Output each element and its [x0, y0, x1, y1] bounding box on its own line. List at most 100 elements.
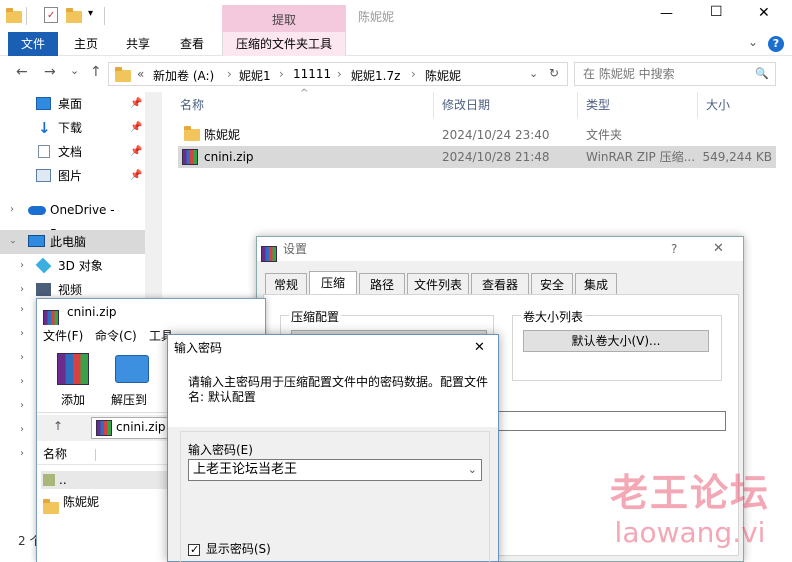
list-item[interactable]: ..: [41, 471, 169, 489]
show-password-label: 显示密码(S): [205, 542, 271, 556]
watermark-url: laowang.vi: [614, 516, 766, 549]
nav-item-pictures[interactable]: 图片 📌: [0, 164, 145, 188]
expand-chevron-icon[interactable]: ›: [20, 376, 24, 387]
tab-paths[interactable]: 路径: [359, 273, 405, 295]
password-history-dropdown-icon[interactable]: ⌄: [468, 460, 477, 480]
tab-viewer[interactable]: 查看器: [471, 273, 529, 295]
pin-icon[interactable]: 📌: [130, 164, 142, 188]
computer-icon: [28, 235, 45, 247]
refresh-icon[interactable]: ↻: [549, 66, 559, 80]
minimize-button[interactable]: —: [660, 6, 673, 21]
expand-chevron-icon[interactable]: ›: [20, 304, 24, 315]
settings-text-field[interactable]: [496, 411, 726, 431]
file-type: 文件夹: [586, 128, 623, 142]
tab-file-list[interactable]: 文件列表: [407, 273, 469, 295]
extract-to-button[interactable]: 解压到: [107, 351, 157, 411]
default-volume-size-button[interactable]: 默认卷大小(V)...: [523, 330, 709, 352]
file-date: 2024/10/28 21:48: [442, 150, 550, 164]
pin-icon[interactable]: 📌: [130, 116, 142, 140]
watermark-title: 老王论坛: [609, 471, 770, 515]
breadcrumb-current[interactable]: 陈妮妮: [425, 67, 461, 84]
tab-home[interactable]: 主页: [66, 32, 106, 56]
search-input[interactable]: 在 陈妮妮 中搜索 🔍: [574, 62, 776, 86]
expand-chevron-icon[interactable]: ›: [20, 400, 24, 411]
list-item-label: 陈妮妮: [63, 495, 100, 509]
expand-chevron-icon[interactable]: ›: [10, 198, 14, 222]
nav-item-label: 文档: [58, 145, 83, 159]
checkbox-icon[interactable]: ✓: [188, 543, 200, 556]
winrar-title-bar: cnini.zip: [37, 299, 265, 326]
address-box[interactable]: « 新加卷 (A:) › 妮妮1 › 11111 › 妮妮1.7z › 陈妮妮 …: [108, 62, 568, 86]
help-icon[interactable]: ?: [768, 36, 784, 52]
nav-item-documents[interactable]: 文档 📌: [0, 140, 145, 164]
nav-item-downloads[interactable]: ↓ 下载 📌: [0, 116, 145, 140]
expand-chevron-icon[interactable]: ›: [20, 254, 24, 278]
column-size[interactable]: 大小: [698, 92, 778, 118]
recent-locations-button[interactable]: ⌄: [70, 64, 79, 77]
collapse-ribbon-icon[interactable]: ⌄: [748, 35, 758, 49]
up-button[interactable]: ↑: [90, 64, 102, 80]
nav-item-desktop[interactable]: 桌面 📌: [0, 92, 145, 116]
close-button[interactable]: ✕: [713, 237, 724, 261]
maximize-button[interactable]: ☐: [710, 4, 723, 20]
new-folder-icon[interactable]: [66, 7, 82, 23]
breadcrumb-separator[interactable]: ›: [227, 67, 232, 81]
tab-file[interactable]: 文件: [8, 32, 58, 56]
address-dropdown-icon[interactable]: ⌄: [529, 67, 538, 80]
tab-share[interactable]: 共享: [118, 32, 158, 56]
nav-item-this-pc[interactable]: › 此电脑: [0, 230, 145, 254]
breadcrumb-11111[interactable]: 11111: [293, 67, 331, 81]
tab-integration[interactable]: 集成: [575, 273, 617, 295]
expand-chevron-icon[interactable]: ›: [0, 240, 24, 244]
tab-extract-context[interactable]: 提取: [222, 5, 346, 32]
properties-icon[interactable]: ✓: [44, 7, 58, 23]
title-bar: ✓ ▾ 提取 陈妮妮 — ☐ ✕: [0, 0, 792, 32]
breadcrumb-separator[interactable]: ›: [279, 67, 284, 81]
column-date[interactable]: 修改日期: [434, 92, 578, 118]
forward-button[interactable]: →: [44, 64, 56, 80]
menu-commands[interactable]: 命令(C): [95, 325, 137, 347]
add-button[interactable]: 添加: [53, 351, 93, 411]
tab-compressed-folder-tools[interactable]: 压缩的文件夹工具: [222, 32, 346, 56]
pin-icon[interactable]: 📌: [130, 92, 142, 116]
breadcrumb-separator[interactable]: ›: [411, 67, 416, 81]
search-icon[interactable]: 🔍: [755, 63, 769, 85]
file-size: 549,244 KB: [702, 150, 772, 164]
breadcrumb-nini1[interactable]: 妮妮1: [239, 67, 271, 84]
expand-chevron-icon[interactable]: ›: [20, 424, 24, 435]
expand-chevron-icon[interactable]: ›: [20, 328, 24, 339]
table-row[interactable]: cnini.zip 2024/10/28 21:48 WinRAR ZIP 压缩…: [178, 146, 776, 168]
folder-icon: [43, 498, 59, 516]
breadcrumb-drive[interactable]: 新加卷 (A:): [153, 67, 214, 84]
divider: [95, 449, 96, 461]
tab-general[interactable]: 常规: [265, 273, 307, 295]
column-type[interactable]: 类型: [578, 92, 698, 118]
expand-chevron-icon[interactable]: ›: [20, 278, 24, 302]
tab-view[interactable]: 查看: [172, 32, 212, 56]
help-button[interactable]: ?: [671, 237, 677, 261]
column-name[interactable]: 名称: [172, 92, 434, 118]
tab-security[interactable]: 安全: [531, 273, 573, 295]
list-item[interactable]: 陈妮妮: [41, 493, 169, 514]
close-button[interactable]: ✕: [474, 335, 485, 361]
expand-chevron-icon[interactable]: ›: [20, 352, 24, 363]
nav-item-label: 下载: [58, 121, 83, 135]
ribbon-tabs: 文件 主页 共享 查看 压缩的文件夹工具 ⌄ ?: [0, 32, 792, 56]
breadcrumb-separator[interactable]: ›: [337, 67, 342, 81]
tab-compression[interactable]: 压缩: [309, 271, 357, 295]
password-input[interactable]: 上老王论坛当老王 ⌄: [188, 459, 482, 481]
expand-chevron-icon[interactable]: ›: [20, 448, 24, 459]
close-button[interactable]: ✕: [758, 5, 770, 21]
up-icon[interactable]: ↑: [53, 419, 63, 433]
menu-file[interactable]: 文件(F): [43, 325, 83, 347]
table-row[interactable]: 陈妮妮 2024/10/24 23:40 文件夹: [178, 124, 776, 146]
breadcrumb-7z[interactable]: 妮妮1.7z: [351, 67, 400, 84]
password-dialog: 输入密码 ✕ 请输入主密码用于压缩配置文件中的密码数据。配置文件名: 默认配置 …: [167, 334, 499, 562]
nav-item-onedrive[interactable]: › OneDrive - Perso: [0, 198, 145, 241]
show-password-checkbox[interactable]: ✓ 显示密码(S): [188, 541, 271, 557]
back-button[interactable]: ←: [16, 64, 28, 80]
quick-access-dropdown-icon[interactable]: ▾: [88, 8, 93, 19]
nav-item-3d-objects[interactable]: › 3D 对象: [0, 254, 145, 278]
pin-icon[interactable]: 📌: [130, 140, 142, 164]
breadcrumb-overflow[interactable]: «: [137, 67, 144, 81]
